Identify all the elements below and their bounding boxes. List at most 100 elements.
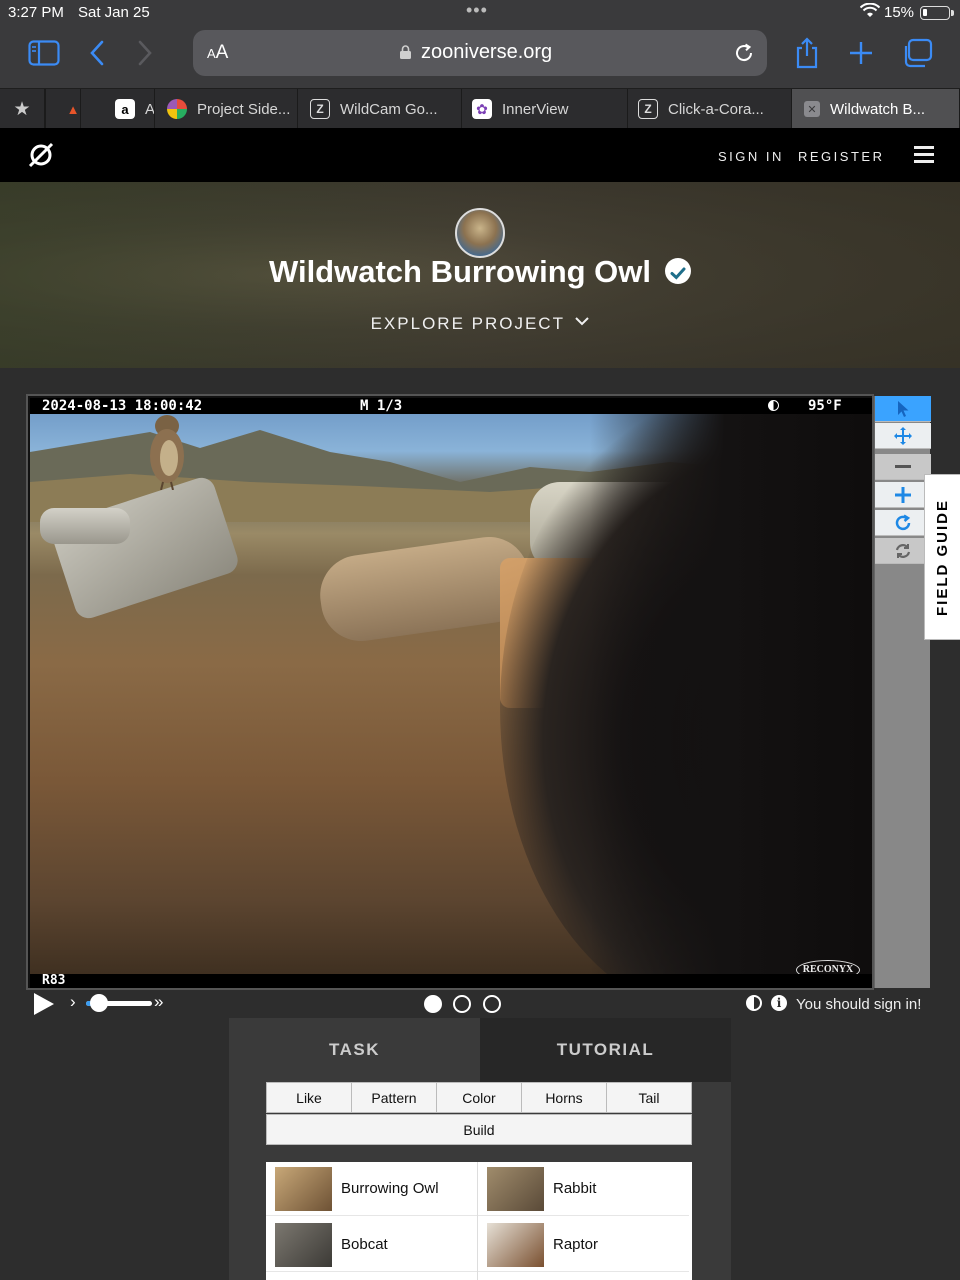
explore-project-label: EXPLORE PROJECT [370, 314, 565, 333]
share-icon[interactable] [792, 36, 822, 70]
project-title: Wildwatch Burrowing Owl [268, 254, 652, 289]
species-rabbit[interactable]: Rabbit [478, 1162, 689, 1216]
browser-toolbar: AA zooniverse.org [0, 26, 960, 88]
frame-3-dot[interactable] [483, 995, 501, 1013]
zooniverse-z-icon: Z [310, 99, 330, 119]
sidebar-toggle-icon[interactable] [26, 36, 62, 70]
status-time: 3:27 PM [8, 4, 64, 21]
zoom-out-button[interactable] [875, 454, 931, 480]
foreground-shadow [590, 398, 872, 988]
tab-amazon[interactable]: a A [81, 89, 155, 129]
back-icon[interactable] [86, 36, 108, 70]
image-stamp-top: 2024-08-13 18:00:42 M 1/3 95°F [30, 398, 872, 414]
refresh-icon [895, 543, 911, 558]
slower-icon[interactable]: › [70, 992, 76, 1012]
species-label: Raptor [553, 1236, 599, 1253]
colorful-logo-icon [167, 99, 187, 119]
tab-task[interactable]: TASK [229, 1018, 480, 1082]
filter-pattern-button[interactable]: Pattern [351, 1082, 437, 1113]
species-bobcat[interactable]: Bobcat [266, 1218, 477, 1272]
tab-innerview[interactable]: ✿ InnerView [462, 89, 628, 129]
tab-click-a-coral[interactable]: Z Click-a-Cora... [628, 89, 792, 129]
frame-1-dot[interactable] [424, 995, 442, 1013]
bookmarks-star-icon: ★ [13, 98, 31, 120]
faster-icon[interactable]: » [154, 992, 163, 1012]
tab-bookmarks[interactable]: ★ [0, 89, 45, 129]
annotate-pointer-button[interactable] [875, 396, 931, 422]
project-title-row: Wildwatch Burrowing Owl [0, 254, 960, 290]
amazon-icon: a [115, 99, 135, 119]
classifier-panel: TASK TUTORIAL Like Pattern Color Horns T… [229, 1018, 731, 1280]
pointer-icon [898, 400, 909, 417]
new-tab-icon[interactable] [846, 36, 876, 70]
reset-view-button[interactable] [875, 538, 931, 564]
species-raptor[interactable]: Raptor [478, 1218, 689, 1272]
multitasking-dots-icon[interactable]: ••• [466, 0, 488, 21]
reload-icon[interactable] [733, 42, 755, 64]
info-icon[interactable]: i [771, 995, 787, 1011]
tab-label: Click-a-Cora... [668, 100, 764, 118]
species-thumbnail [275, 1222, 332, 1267]
tab-wildwatch[interactable]: ✕ Wildwatch B... [792, 89, 960, 129]
species-burrowing-owl[interactable]: Burrowing Owl [266, 1162, 477, 1216]
stamp-code: R83 [42, 973, 66, 988]
species-thumbnail [487, 1166, 544, 1211]
tab-tutorial[interactable]: TUTORIAL [480, 1018, 731, 1082]
filter-horns-button[interactable]: Horns [521, 1082, 607, 1113]
tab-label: Wildwatch B... [830, 100, 926, 118]
zooniverse-logo-icon[interactable] [28, 142, 54, 168]
frame-2-dot[interactable] [453, 995, 471, 1013]
sign-in-message: You should sign in! [796, 996, 922, 1013]
filter-like-button[interactable]: Like [266, 1082, 352, 1113]
minus-icon [895, 464, 911, 468]
hamburger-menu-icon[interactable] [914, 146, 934, 164]
battery-icon [920, 6, 954, 20]
rotate-icon [895, 513, 911, 530]
forward-icon[interactable] [134, 36, 156, 70]
image-stamp-bottom: R83 [30, 973, 872, 988]
rotate-button[interactable] [875, 510, 931, 536]
filter-build-button[interactable]: Build [266, 1114, 692, 1145]
play-icon[interactable] [34, 993, 54, 1015]
battery-percent: 15% [884, 4, 915, 21]
filter-color-button[interactable]: Color [436, 1082, 522, 1113]
species-label: Burrowing Owl [341, 1180, 439, 1197]
tab-bar: ★ ▲ a A Project Side... Z WildCam Go... … [0, 88, 960, 129]
innerview-icon: ✿ [472, 99, 492, 119]
register-link[interactable]: REGISTER [798, 149, 884, 164]
tab-wildcam[interactable]: Z WildCam Go... [298, 89, 462, 129]
invert-colors-icon[interactable] [746, 995, 762, 1011]
tab-label: A [145, 100, 155, 118]
species-list: Burrowing Owl Rabbit Bobcat Raptor [266, 1162, 692, 1280]
burrowing-owl-figure [150, 415, 184, 490]
moon-phase-icon [768, 400, 779, 411]
filter-tail-button[interactable]: Tail [606, 1082, 692, 1113]
stamp-datetime: 2024-08-13 18:00:42 [42, 398, 203, 414]
speed-slider-knob[interactable] [90, 994, 108, 1012]
species-label: Bobcat [341, 1236, 388, 1253]
chevron-down-icon [575, 317, 590, 326]
tab-overview-icon[interactable] [900, 36, 934, 70]
tab-fire[interactable]: ▲ [45, 89, 81, 129]
text-size-button[interactable]: AA [207, 42, 228, 64]
close-tab-icon[interactable]: ✕ [804, 101, 820, 117]
species-thumbnail [275, 1166, 332, 1211]
concrete-block-far [40, 508, 130, 544]
plus-icon [895, 486, 911, 503]
stamp-mode: M 1/3 [360, 398, 403, 414]
species-thumbnail [487, 1222, 544, 1267]
species-label: Rabbit [553, 1180, 597, 1197]
explore-project-menu[interactable]: EXPLORE PROJECT [0, 314, 960, 334]
tab-project-side[interactable]: Project Side... [155, 89, 298, 129]
address-bar[interactable]: AA zooniverse.org [193, 30, 767, 76]
viewer-toolbar [874, 396, 931, 988]
move-arrows-icon [894, 426, 912, 445]
camera-trap-image[interactable]: 2024-08-13 18:00:42 M 1/3 95°F RECONYX R… [30, 398, 872, 988]
project-avatar [455, 208, 505, 258]
zoom-in-button[interactable] [875, 482, 931, 508]
sign-in-link[interactable]: SIGN IN [718, 149, 784, 164]
field-guide-tab[interactable]: FIELD GUIDE [924, 474, 960, 640]
wifi-icon [860, 3, 880, 17]
characteristic-filters: Like Pattern Color Horns Tail Build [266, 1082, 692, 1148]
pan-button[interactable] [875, 423, 931, 449]
